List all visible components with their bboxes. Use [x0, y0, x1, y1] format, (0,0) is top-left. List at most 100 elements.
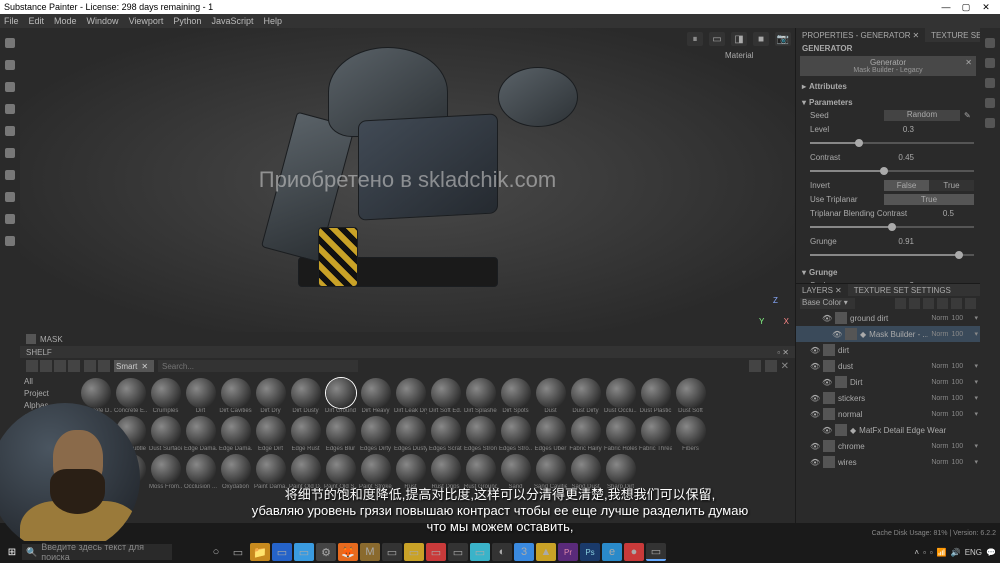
- shelf-close2-icon[interactable]: ✕: [781, 361, 789, 372]
- visibility-icon[interactable]: 👁: [822, 426, 832, 435]
- close-button[interactable]: ✕: [976, 2, 996, 13]
- projection-tool-icon[interactable]: [5, 82, 15, 92]
- layer-thumb-icon[interactable]: [835, 424, 847, 436]
- opacity-value[interactable]: 100: [951, 315, 971, 322]
- param-grunge-value[interactable]: 0.91: [884, 237, 914, 246]
- contrast-slider[interactable]: [810, 170, 974, 172]
- section-grunge[interactable]: ▾ Grunge: [802, 266, 974, 278]
- shelf-item[interactable]: Paint Dama...: [254, 454, 287, 490]
- panel-icon[interactable]: [985, 58, 995, 68]
- clone-tool-icon[interactable]: [5, 148, 15, 158]
- blend-mode[interactable]: Norm: [931, 459, 948, 466]
- panel-icon[interactable]: [985, 118, 995, 128]
- shelf-item[interactable]: Dust: [534, 378, 567, 414]
- material-dropdown[interactable]: Material: [721, 48, 791, 62]
- panel-icon[interactable]: [985, 98, 995, 108]
- shelf-item[interactable]: Edges Stro...: [499, 416, 532, 452]
- add-mask-icon[interactable]: [909, 298, 920, 309]
- tab-texture-set-settings[interactable]: TEXTURE SET SETTINGS: [848, 284, 957, 296]
- shelf-item[interactable]: Dust Dirty: [569, 378, 602, 414]
- shelf-import-icon[interactable]: [26, 360, 38, 372]
- shelf-item[interactable]: Rust Drips: [429, 454, 462, 490]
- shelf-item[interactable]: Oxydation: [219, 454, 252, 490]
- shelf-list-icon[interactable]: [765, 360, 777, 372]
- shelf-view-icon[interactable]: [40, 360, 52, 372]
- app-icon[interactable]: ▭: [404, 543, 424, 561]
- tray-arrow-icon[interactable]: ˄: [914, 548, 919, 557]
- tool-icon[interactable]: [5, 236, 15, 246]
- app-icon[interactable]: ◐: [492, 543, 512, 561]
- shelf-item[interactable]: Dust Surface: [149, 416, 182, 452]
- shelf-item[interactable]: Edge Dama...: [219, 416, 252, 452]
- menu-window[interactable]: Window: [87, 16, 119, 26]
- close-icon[interactable]: ✕: [912, 31, 919, 40]
- delete-layer-icon[interactable]: [965, 298, 976, 309]
- shelf-grid-icon[interactable]: [749, 360, 761, 372]
- layer-thumb-icon[interactable]: [823, 344, 835, 356]
- shelf-item[interactable]: Dirt: [184, 378, 217, 414]
- triplanar-toggle[interactable]: FalseTrue: [884, 194, 974, 205]
- menu-help[interactable]: Help: [263, 16, 282, 26]
- panel-icon[interactable]: [985, 38, 995, 48]
- param-contrast-value[interactable]: 0.45: [884, 153, 914, 162]
- blend-mode[interactable]: Norm: [931, 395, 948, 402]
- smudge-tool-icon[interactable]: [5, 126, 15, 136]
- shelf-item[interactable]: Edges Dirty: [359, 416, 392, 452]
- layer-name[interactable]: dirt: [838, 346, 952, 355]
- blend-mode[interactable]: Norm: [931, 363, 948, 370]
- blend-mode[interactable]: Norm: [931, 315, 948, 322]
- tray-lang[interactable]: ENG: [965, 548, 982, 557]
- visibility-icon[interactable]: 👁: [810, 442, 820, 451]
- shelf-item[interactable]: Fibers: [674, 416, 707, 452]
- shelf-item[interactable]: Fabric Hairy: [569, 416, 602, 452]
- perspective-icon[interactable]: ▭: [709, 32, 725, 46]
- app-icon[interactable]: ⚙: [316, 543, 336, 561]
- layer-row[interactable]: 👁DirtNorm100▾: [796, 374, 980, 390]
- menu-javascript[interactable]: JavaScript: [211, 16, 253, 26]
- layer-row[interactable]: 👁◆Mask Builder - ...Norm100▾: [796, 326, 980, 342]
- layer-row[interactable]: 👁ground dirtNorm100▾: [796, 310, 980, 326]
- layer-row[interactable]: 👁wiresNorm100▾: [796, 454, 980, 470]
- substance-icon[interactable]: ▭: [646, 543, 666, 561]
- layer-thumb-icon[interactable]: [823, 408, 835, 420]
- app-icon[interactable]: ●: [624, 543, 644, 561]
- render-icon[interactable]: ■: [753, 32, 769, 46]
- invert-toggle[interactable]: FalseTrue: [884, 180, 974, 191]
- panel-icon[interactable]: [985, 78, 995, 88]
- app-icon[interactable]: 3: [514, 543, 534, 561]
- shelf-filter-tag[interactable]: Smart✕: [114, 360, 154, 372]
- layer-name[interactable]: Dirt: [850, 378, 928, 387]
- visibility-icon[interactable]: 👁: [832, 330, 842, 339]
- mask-swatch-icon[interactable]: [26, 334, 36, 344]
- shelf-item[interactable]: Dirt Heavy: [359, 378, 392, 414]
- shelf-view3-icon[interactable]: [68, 360, 80, 372]
- opacity-value[interactable]: 100: [951, 459, 971, 466]
- app-icon[interactable]: M: [360, 543, 380, 561]
- layer-row[interactable]: 👁chromeNorm100▾: [796, 438, 980, 454]
- visibility-icon[interactable]: 👁: [810, 410, 820, 419]
- layer-thumb-icon[interactable]: [823, 440, 835, 452]
- app-icon[interactable]: ▭: [382, 543, 402, 561]
- section-attributes[interactable]: ▸ Attributes: [802, 80, 974, 92]
- layer-name[interactable]: MatFx Detail Edge Wear: [859, 426, 952, 435]
- tray-icon[interactable]: ▫: [923, 548, 926, 557]
- minimize-button[interactable]: —: [936, 2, 956, 12]
- shelf-item[interactable]: Sharp Dirt: [604, 454, 637, 490]
- app-icon[interactable]: ▭: [470, 543, 490, 561]
- blend-mode[interactable]: Norm: [931, 411, 948, 418]
- shelf-filter-icon[interactable]: [84, 360, 96, 372]
- screenshot-icon[interactable]: 📷: [775, 32, 791, 46]
- layer-name[interactable]: wires: [838, 458, 928, 467]
- shelf-item[interactable]: Dirt Dry: [254, 378, 287, 414]
- blend-mode[interactable]: Norm: [931, 443, 948, 450]
- cat-all[interactable]: All: [22, 376, 73, 388]
- section-parameters[interactable]: ▾ Parameters: [802, 96, 974, 108]
- shelf-item[interactable]: Paint Strokes: [359, 454, 392, 490]
- tab-layers[interactable]: LAYERS ✕: [796, 284, 848, 296]
- opacity-value[interactable]: 100: [951, 331, 971, 338]
- shelf-item[interactable]: Rust: [394, 454, 427, 490]
- triblend-slider[interactable]: [810, 226, 974, 228]
- shelf-item[interactable]: Dirt Splashes: [464, 378, 497, 414]
- shelf-item[interactable]: Dirt Dusty: [289, 378, 322, 414]
- viewport-3d[interactable]: ⏸ ▭ ◨ ■ 📷 Material Приобретено в skladch…: [20, 28, 795, 332]
